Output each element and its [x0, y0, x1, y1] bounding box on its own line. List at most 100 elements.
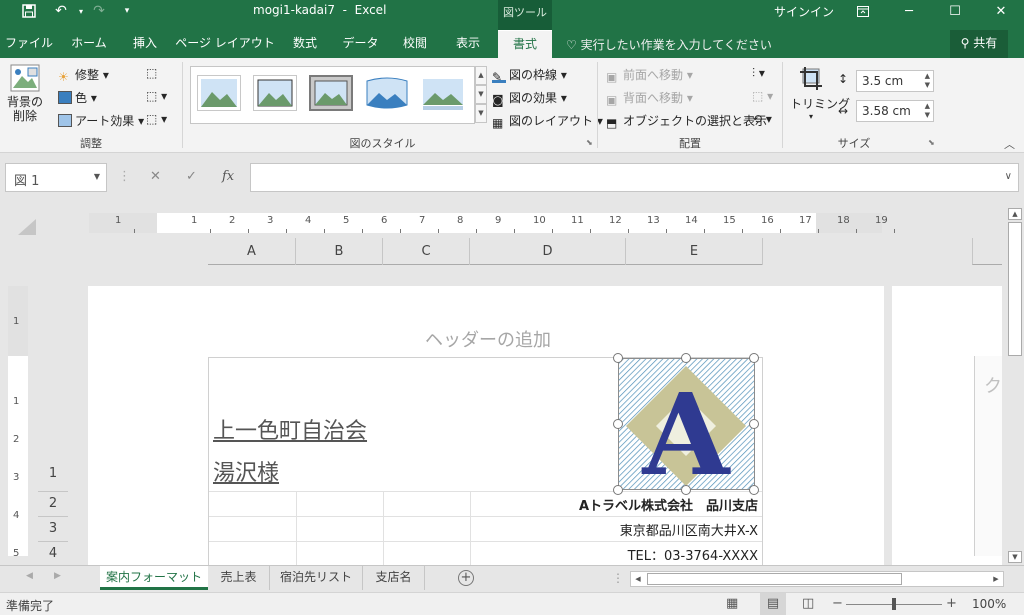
- prev-sheet-icon[interactable]: ◀: [26, 571, 33, 581]
- picture-style-thumb-2[interactable]: [253, 75, 297, 111]
- tab-formulas[interactable]: 数式: [280, 30, 330, 58]
- enter-icon[interactable]: ✓: [186, 169, 197, 184]
- remove-background-button[interactable]: 背景の 削除: [5, 64, 45, 132]
- selection-pane-button[interactable]: ⬒ オブジェクトの選択と表示: [606, 112, 767, 130]
- column-header-c[interactable]: C: [383, 238, 470, 265]
- size-dialog-launcher-icon[interactable]: ⬊: [928, 138, 935, 147]
- cell-e4[interactable]: TEL：03-3764-XXXX: [470, 545, 758, 564]
- zoom-level[interactable]: 100%: [972, 597, 1006, 611]
- name-box[interactable]: 図 1 ▼: [5, 163, 107, 192]
- split-handle-icon[interactable]: ⋮: [612, 571, 624, 585]
- expand-formula-icon[interactable]: ∨: [1005, 171, 1012, 182]
- cancel-icon[interactable]: ✕: [150, 169, 161, 184]
- cell-a1-line2[interactable]: 湯沢様: [213, 455, 279, 487]
- zoom-slider-thumb[interactable]: [892, 598, 896, 610]
- column-header-d[interactable]: D: [470, 238, 626, 265]
- tab-insert[interactable]: 挿入: [120, 30, 170, 58]
- page-layout-view-icon[interactable]: ▤: [760, 593, 786, 615]
- zoom-out-icon[interactable]: −: [832, 596, 843, 611]
- tab-review[interactable]: 校閲: [390, 30, 440, 58]
- picture-style-thumb-1[interactable]: [197, 75, 241, 111]
- next-sheet-icon[interactable]: ▶: [54, 571, 61, 581]
- picture-style-thumb-4[interactable]: [365, 75, 409, 111]
- save-icon[interactable]: [16, 0, 42, 22]
- scroll-down-icon[interactable]: ▼: [1008, 551, 1022, 563]
- scroll-thumb[interactable]: [1008, 222, 1022, 356]
- row-header-1[interactable]: 1: [38, 357, 68, 491]
- picture-style-thumb-3[interactable]: [309, 75, 353, 111]
- align-icon[interactable]: ⫶ ▾: [752, 66, 765, 81]
- normal-view-icon[interactable]: ▦: [726, 596, 738, 611]
- page-break-view-icon[interactable]: ◫: [802, 596, 814, 611]
- tab-data[interactable]: データ: [333, 30, 388, 58]
- crop-button[interactable]: トリミング ▾: [790, 66, 850, 128]
- tell-me-search[interactable]: ♡ 実行したい作業を入力してください: [566, 36, 772, 53]
- cell-a1-line1[interactable]: 上一色町自治会: [213, 413, 367, 445]
- styles-dialog-launcher-icon[interactable]: ⬊: [586, 138, 593, 147]
- compress-pictures-icon[interactable]: ⬚: [146, 66, 157, 80]
- column-header-b[interactable]: B: [296, 238, 383, 265]
- tab-format[interactable]: 書式: [498, 30, 552, 58]
- cell-e3[interactable]: 東京都品川区南大井X-X: [470, 520, 758, 539]
- picture-layout-button[interactable]: ▦ 図のレイアウト ▾: [492, 112, 603, 130]
- select-all-corner[interactable]: [18, 219, 36, 235]
- color-button[interactable]: 色 ▾: [58, 89, 97, 106]
- picture-effects-button[interactable]: ◙ 図の効果 ▾: [492, 89, 567, 107]
- header-placeholder[interactable]: ヘッダーの追加: [425, 326, 551, 352]
- logo-picture[interactable]: A: [613, 353, 759, 501]
- height-spinner[interactable]: ▲ ▼: [925, 72, 930, 90]
- row-header-4[interactable]: 4: [38, 541, 68, 565]
- scroll-up-icon[interactable]: ▲: [1008, 208, 1022, 220]
- change-picture-icon[interactable]: ⬚ ▾: [146, 89, 167, 103]
- tab-file[interactable]: ファイル: [0, 30, 58, 58]
- signin-link[interactable]: サインイン: [774, 3, 834, 20]
- horizontal-scrollbar[interactable]: ◀ ▶: [630, 571, 1004, 587]
- picture-styles-gallery[interactable]: [190, 66, 475, 124]
- scroll-right-icon[interactable]: ▶: [989, 572, 1003, 586]
- tab-home[interactable]: ホーム: [60, 30, 118, 58]
- minimize-icon[interactable]: ─: [886, 0, 932, 22]
- sheet-tab-annai[interactable]: 案内フォーマット: [100, 566, 208, 590]
- resize-handle-nw[interactable]: [613, 353, 623, 363]
- zoom-slider[interactable]: [846, 598, 942, 610]
- formula-input[interactable]: ∨: [250, 163, 1019, 192]
- picture-style-thumb-5[interactable]: [421, 75, 465, 111]
- insert-function-icon[interactable]: fx: [222, 169, 234, 184]
- row-header-2[interactable]: 2: [38, 491, 68, 516]
- ribbon-display-icon[interactable]: [840, 0, 886, 22]
- tab-view[interactable]: 表示: [443, 30, 493, 58]
- resize-handle-sw[interactable]: [613, 485, 623, 495]
- gallery-down-icon[interactable]: ▼: [475, 85, 487, 104]
- height-field[interactable]: 3.5 cm ▲ ▼: [856, 70, 934, 92]
- width-spinner[interactable]: ▲ ▼: [925, 102, 930, 120]
- name-box-dropdown-icon[interactable]: ▼: [94, 172, 100, 181]
- reset-picture-icon[interactable]: ⬚ ▾: [146, 112, 167, 126]
- gallery-more-icon[interactable]: ▼: [475, 104, 487, 123]
- resize-handle-ne[interactable]: [749, 353, 759, 363]
- horizontal-scroll-thumb[interactable]: [647, 573, 902, 585]
- tab-page-layout[interactable]: ページ レイアウト: [173, 30, 277, 58]
- resize-handle-s[interactable]: [681, 485, 691, 495]
- scroll-left-icon[interactable]: ◀: [631, 572, 645, 586]
- vertical-scrollbar[interactable]: ▲ ▼: [1006, 206, 1024, 565]
- gallery-up-icon[interactable]: ▲: [475, 66, 487, 85]
- sheet-tab-uriage[interactable]: 売上表: [208, 566, 270, 590]
- cell-e2[interactable]: Aトラベル株式会社 品川支店: [470, 495, 758, 514]
- resize-handle-e[interactable]: [749, 419, 759, 429]
- artistic-effects-button[interactable]: アート効果 ▾: [58, 112, 144, 129]
- customize-qat-icon[interactable]: ▾: [114, 0, 140, 22]
- resize-handle-w[interactable]: [613, 419, 623, 429]
- share-button[interactable]: ⚲ 共有: [950, 30, 1008, 58]
- row-header-3[interactable]: 3: [38, 516, 68, 541]
- picture-border-button[interactable]: ✎ 図の枠線 ▾: [492, 66, 567, 84]
- rotate-icon[interactable]: ⟲ ▾: [752, 112, 772, 126]
- column-header-a[interactable]: A: [208, 238, 296, 265]
- sheet-tab-shiten[interactable]: 支店名: [363, 566, 425, 590]
- resize-handle-se[interactable]: [749, 485, 759, 495]
- add-sheet-icon[interactable]: +: [458, 570, 474, 586]
- collapse-ribbon-icon[interactable]: ︿: [1004, 136, 1015, 152]
- resize-handle-n[interactable]: [681, 353, 691, 363]
- maximize-icon[interactable]: ☐: [932, 0, 978, 22]
- sheet-tab-shukuhaku[interactable]: 宿泊先リスト: [270, 566, 363, 590]
- zoom-in-icon[interactable]: +: [946, 596, 957, 611]
